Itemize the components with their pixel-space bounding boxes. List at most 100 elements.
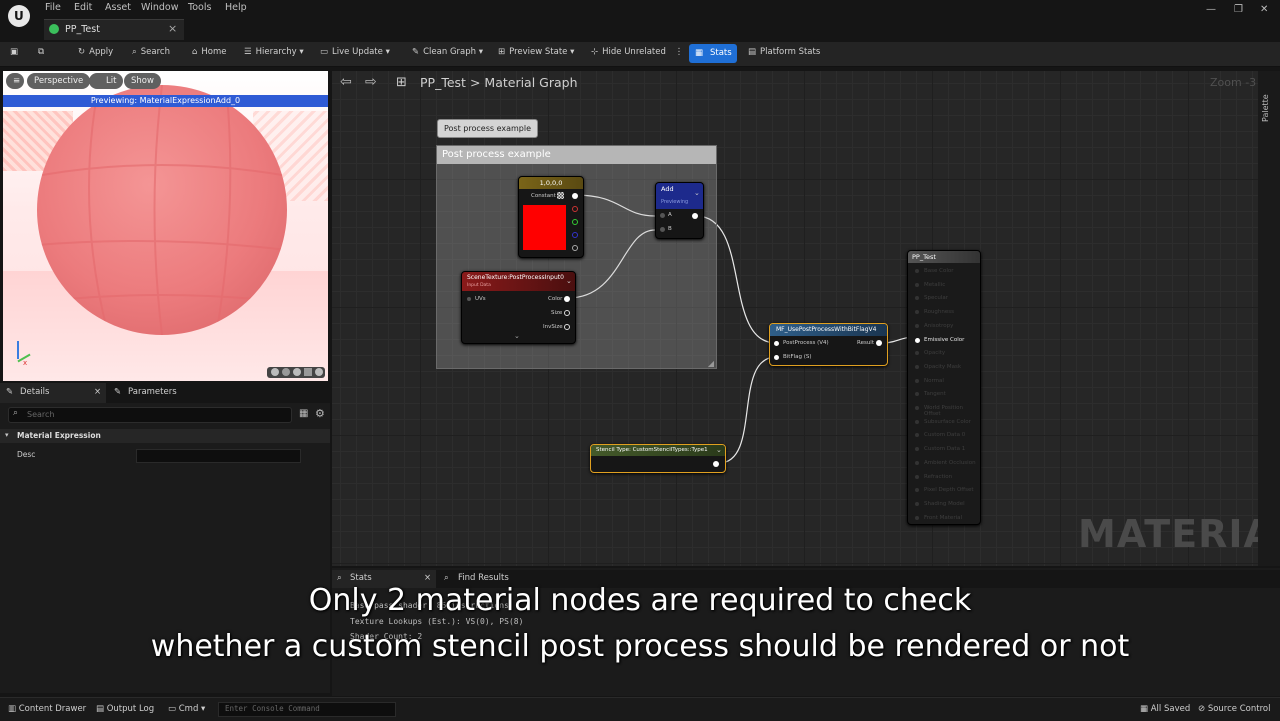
close-window-icon[interactable]: ✕ xyxy=(1260,4,1268,15)
stencil-output-pin[interactable] xyxy=(713,461,719,467)
menu-window[interactable]: Window xyxy=(141,2,178,13)
viewport-menu-icon[interactable]: ≡ xyxy=(6,73,24,89)
output-pin[interactable] xyxy=(915,433,919,438)
perspective-button[interactable]: Perspective xyxy=(27,73,91,89)
invsize-output-pin[interactable] xyxy=(564,324,570,330)
output-log-button[interactable]: ▤ Output Log xyxy=(96,704,154,714)
menu-tools[interactable]: Tools xyxy=(188,2,211,13)
output-pin[interactable] xyxy=(915,351,919,356)
add-output-pin[interactable] xyxy=(692,213,698,219)
details-search-input[interactable]: ⌕ Search xyxy=(8,407,292,423)
scene-texture-title: SceneTexture:PostProcessInput0 xyxy=(467,274,564,281)
palette-tab[interactable]: Palette xyxy=(1261,94,1270,122)
collapse-chevron-icon[interactable]: ⌄ xyxy=(566,277,572,285)
resize-handle-icon[interactable]: ◢ xyxy=(708,359,714,368)
output-pin[interactable] xyxy=(915,488,919,493)
clean-graph-button[interactable]: ✎ Clean Graph ▾ xyxy=(412,47,483,57)
output-pin[interactable] xyxy=(915,460,919,465)
output-pin[interactable] xyxy=(915,364,919,369)
home-button[interactable]: ⌂ Home xyxy=(192,47,227,57)
source-control-button[interactable]: ⊘ Source Control xyxy=(1198,704,1270,714)
color-output-pin[interactable] xyxy=(564,296,570,302)
add-pin-a[interactable] xyxy=(660,213,665,218)
preview-viewport[interactable]: ≡ Perspective Lit Show Previewing: Mater… xyxy=(3,71,328,381)
postprocess-input-pin[interactable] xyxy=(774,341,779,346)
material-expression-section[interactable]: ▾ Material Expression xyxy=(0,429,330,443)
desc-field[interactable] xyxy=(136,449,301,463)
platform-stats-button[interactable]: ▤ Platform Stats xyxy=(748,47,820,57)
constant-output-pin[interactable] xyxy=(572,193,578,199)
output-pin[interactable] xyxy=(915,282,919,287)
all-saved-indicator[interactable]: ▦ All Saved xyxy=(1140,704,1190,714)
browse-icon[interactable]: ⧉ xyxy=(38,47,44,57)
apply-button[interactable]: ↻ Apply xyxy=(78,47,113,57)
save-icon[interactable]: ▣ xyxy=(10,47,18,57)
r-pin[interactable] xyxy=(572,206,578,212)
asset-tab[interactable]: PP_Test × xyxy=(44,19,184,40)
output-pin[interactable] xyxy=(915,378,919,383)
output-pin[interactable] xyxy=(915,515,919,520)
output-pin[interactable] xyxy=(915,392,919,397)
cmd-dropdown[interactable]: ▭ Cmd ▾ xyxy=(168,704,205,714)
g-pin[interactable] xyxy=(572,219,578,225)
tab-parameters[interactable]: Parameters xyxy=(128,387,177,397)
palette-strip[interactable] xyxy=(1258,71,1280,566)
show-button[interactable]: Show xyxy=(124,73,161,89)
unreal-logo-icon[interactable]: U xyxy=(8,5,30,27)
collapse-chevron-icon[interactable]: ⌄ xyxy=(716,446,722,454)
collapse-chevron-icon[interactable]: ⌄ xyxy=(694,189,700,197)
content-drawer-button[interactable]: ▥ Content Drawer xyxy=(8,704,86,714)
comment-bubble[interactable]: Post process example xyxy=(437,119,538,138)
a-pin[interactable] xyxy=(572,245,578,251)
stats-button[interactable]: ▦ Stats xyxy=(689,44,737,63)
restore-icon[interactable]: ❐ xyxy=(1234,4,1243,15)
close-stats-icon[interactable]: × xyxy=(424,573,431,583)
output-pin[interactable] xyxy=(915,296,919,301)
stencil-type-node[interactable]: Stencil Type: CustomStencilTypes::Type1 … xyxy=(590,444,726,473)
tab-find-results[interactable]: Find Results xyxy=(458,573,509,583)
output-pin[interactable] xyxy=(915,406,919,410)
expand-chevron-icon[interactable]: ⌄ xyxy=(514,332,520,340)
output-pin[interactable] xyxy=(915,474,919,479)
output-pin[interactable] xyxy=(915,337,920,343)
menu-help[interactable]: Help xyxy=(225,2,247,13)
b-pin[interactable] xyxy=(572,232,578,238)
output-pin[interactable] xyxy=(915,323,919,328)
tab-stats[interactable]: Stats xyxy=(350,573,372,583)
output-pin[interactable] xyxy=(915,501,919,506)
menu-file[interactable]: File xyxy=(45,2,61,13)
minimize-icon[interactable]: — xyxy=(1206,4,1216,15)
table-view-icon[interactable]: ▦ xyxy=(299,408,308,419)
stats-label: Stats xyxy=(710,48,732,58)
lit-button[interactable]: Lit xyxy=(89,73,124,89)
result-output-pin[interactable] xyxy=(876,340,882,346)
scene-texture-node[interactable]: SceneTexture:PostProcessInput0 Input Dat… xyxy=(461,271,576,344)
output-pin[interactable] xyxy=(915,419,919,424)
tab-details[interactable]: Details xyxy=(20,387,49,397)
material-graph[interactable]: ⇦ ⇨ ⊞ PP_Test > Material Graph Zoom -3 P… xyxy=(332,71,1280,566)
close-details-icon[interactable]: × xyxy=(94,387,101,397)
preview-shape-buttons[interactable] xyxy=(267,367,325,378)
mf-function-node[interactable]: MF_UsePostProcessWithBitFlagV4 PostProce… xyxy=(769,323,888,366)
output-pin[interactable] xyxy=(915,310,919,315)
add-pin-b[interactable] xyxy=(660,227,665,232)
material-output-node[interactable]: PP_Test Base Color Metallic Specular Roughn… xyxy=(907,250,981,525)
preview-state-button[interactable]: ⊞ Preview State ▾ xyxy=(498,47,574,57)
output-pin[interactable] xyxy=(915,269,919,273)
size-output-pin[interactable] xyxy=(564,310,570,316)
settings-gear-icon[interactable]: ⚙ xyxy=(315,407,325,420)
uvs-pin[interactable] xyxy=(467,297,471,301)
hierarchy-button[interactable]: ☰ Hierarchy ▾ xyxy=(244,47,304,57)
bitflag-input-pin[interactable] xyxy=(774,355,779,360)
menu-edit[interactable]: Edit xyxy=(74,2,92,13)
menu-asset[interactable]: Asset xyxy=(105,2,131,13)
output-pin-label: Custom Data 1 xyxy=(924,446,966,453)
close-icon[interactable]: × xyxy=(168,22,177,35)
add-node[interactable]: Add ⌄ Previewing A B xyxy=(655,182,704,239)
output-pin[interactable] xyxy=(915,447,919,452)
console-input[interactable]: Enter Console Command xyxy=(218,702,396,717)
live-update-button[interactable]: ▭ Live Update ▾ xyxy=(320,47,390,57)
search-button[interactable]: ⌕ Search xyxy=(132,47,170,57)
constant-node[interactable]: 1,0,0,0 Constant xyxy=(518,176,584,258)
hide-unrelated-button[interactable]: ⊹ Hide Unrelated ⋮ xyxy=(591,47,683,57)
